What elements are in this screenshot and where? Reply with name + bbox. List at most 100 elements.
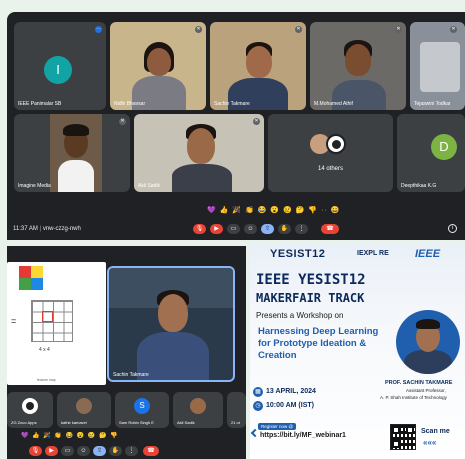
participant-name: M.Mohamed Athif [314,101,353,107]
speaker-name: Sachin Takmare [113,372,149,378]
equals-sign: = [11,316,17,326]
speaker-tile[interactable]: Sachin Takmare [107,266,235,382]
more-options-icon[interactable]: ⋯ [95,26,102,33]
scan-arrows-icon: ««« [423,438,437,447]
present-button[interactable]: ⇧ [261,224,274,234]
event-poster: YESIST12 IEXPL RE IEEE IEEE YESIST12 MAK… [250,244,465,459]
iexplore-logo: IEXPL RE [357,250,389,257]
avatar [326,134,346,154]
reaction-bar[interactable]: 💜 👍 🎉 👏 😂 😮 😢 🤔 👎 ·· 😀 [207,206,340,214]
slide-caption: feature map [37,378,56,382]
speaker-photo [396,310,460,374]
info-icon[interactable]: i [448,224,457,233]
clock-time: 11:37 AM [13,226,38,232]
calendar-icon: ▦ [253,387,263,397]
shared-slide: = 4 x 4 feature map [7,262,106,385]
feature-map-grid [31,300,73,342]
cube-graphic [19,266,49,296]
participant-name: IEEE Panimalar SB [18,101,62,107]
participant-video [50,114,102,192]
presents-text: Presents a Workshop on [256,311,344,320]
participant-tile[interactable]: ✕ Imagine Media [14,114,130,192]
participant-name: Sam Robin Singh E [119,420,154,425]
reactions-button[interactable]: ☺ [77,446,90,456]
speaker-name: PROF. SACHIN TAKMARE [385,380,453,386]
participant-name: 21 ot [231,420,240,425]
screenshot-collage: ⋯ I IEEE Panimalar SB ✕ Nidhi Bhavsar ✕ … [0,0,465,459]
mic-off-icon: ✕ [253,118,260,125]
present-button[interactable]: ⇧ [93,446,106,456]
participant-tile[interactable]: 21 ot [227,392,246,428]
yesist-logo: YESIST12 [270,248,326,260]
speaker-institute: A. P. Shah Institute of Technology [380,395,447,400]
participant-name: Akil Sadik [177,420,195,425]
mic-off-icon: ✕ [119,118,126,125]
participant-name: Tejaswini Todkar [414,101,451,107]
meeting-code: vnw-czzg-nwh [42,226,81,232]
leave-call-button[interactable]: ☎ [321,224,339,234]
clock-icon: ◷ [253,401,263,411]
mic-off-icon: ✕ [195,26,202,33]
mic-off-icon: ✕ [450,26,457,33]
captions-button[interactable]: ▭ [227,224,240,234]
participant-tile[interactable]: D Deepthikaa K.G [397,114,465,192]
mic-off-icon: ✕ [295,26,302,33]
bottom-meeting-window: = 4 x 4 feature map Sachin Takmare ZG Zo… [7,246,246,459]
participant-name: ZG Zoco Apps [11,420,37,425]
reaction-bar[interactable]: 💜 👍 🎉 👏 😂 😮 😢 🤔 👎 [21,432,119,439]
event-date: 13 APRIL, 2024 [266,388,316,395]
avatar: D [431,134,457,160]
participant-tile[interactable]: S Sam Robin Singh E [115,392,169,428]
avatar: I [44,56,72,84]
participant-name: Deepthikaa K.G [401,183,437,189]
topic-line-1: Harnessing Deep Learning [258,326,379,337]
camera-button[interactable]: ▶ [210,224,223,234]
mic-button[interactable]: 🎙 [193,224,206,234]
participant-tile[interactable]: ✕ Sachin Takmare [210,22,306,110]
ieee-logo: IEEE [415,248,441,260]
topic-line-2: for Prototype Ideation & [258,338,367,349]
mic-off-icon: ✕ [395,26,402,33]
participant-tile[interactable]: ✕ Tejaswini Todkar [410,22,465,110]
avatar: S [134,398,150,414]
avatar [76,398,92,414]
participant-video [420,42,460,92]
participant-tile[interactable]: ✕ M.Mohamed Athif [310,22,406,110]
participant-tile[interactable]: ✕ Akil Sadik [134,114,264,192]
participant-name: kathir kamavel [61,420,87,425]
register-label: Register now @ [258,423,297,430]
top-meeting-window: ⋯ I IEEE Panimalar SB ✕ Nidhi Bhavsar ✕ … [7,12,465,240]
more-options-button[interactable]: ⋮ [125,446,138,456]
leave-call-button[interactable]: ☎ [143,446,159,456]
raise-hand-button[interactable]: ✋ [278,224,291,234]
avatar [22,398,38,414]
event-time: 10:00 AM (IST) [266,402,314,409]
participant-name: Imagine Media [18,183,51,189]
participant-name: Akil Sadik [138,183,160,189]
participant-tile[interactable]: Akil Sadik [173,392,223,428]
qr-code [390,424,416,450]
mic-button[interactable]: 🎙 [29,446,42,456]
participant-tile[interactable]: kathir kamavel [57,392,111,428]
poster-subtitle: MAKERFAIR TRACK [256,291,365,305]
poster-title: IEEE YESIST12 [256,272,366,288]
scan-me-label: Scan me [421,428,450,435]
others-count: 14 others [317,166,344,172]
participant-tile[interactable]: ✕ Nidhi Bhavsar [110,22,206,110]
more-options-button[interactable]: ⋮ [295,224,308,234]
speaker-role: Assistant Professor, [406,388,446,393]
captions-button[interactable]: ▭ [61,446,74,456]
participant-name: Nidhi Bhavsar [114,101,146,107]
grid-size-label: 4 x 4 [39,347,50,353]
meeting-meta: 11:37 AM | vnw-czzg-nwh [13,226,81,232]
avatar [190,398,206,414]
raise-hand-button[interactable]: ✋ [109,446,122,456]
topic-line-3: Creation [258,350,297,361]
camera-button[interactable]: ▶ [45,446,58,456]
reactions-button[interactable]: ☺ [244,224,257,234]
participant-name: Sachin Takmare [214,101,250,107]
participant-tile[interactable]: ⋯ I IEEE Panimalar SB [14,22,106,110]
participant-tile[interactable]: ZG Zoco Apps [7,392,53,428]
participant-tile[interactable]: 14 others [268,114,393,192]
register-link[interactable]: https://bit.ly/MF_webinar1 [260,432,346,439]
